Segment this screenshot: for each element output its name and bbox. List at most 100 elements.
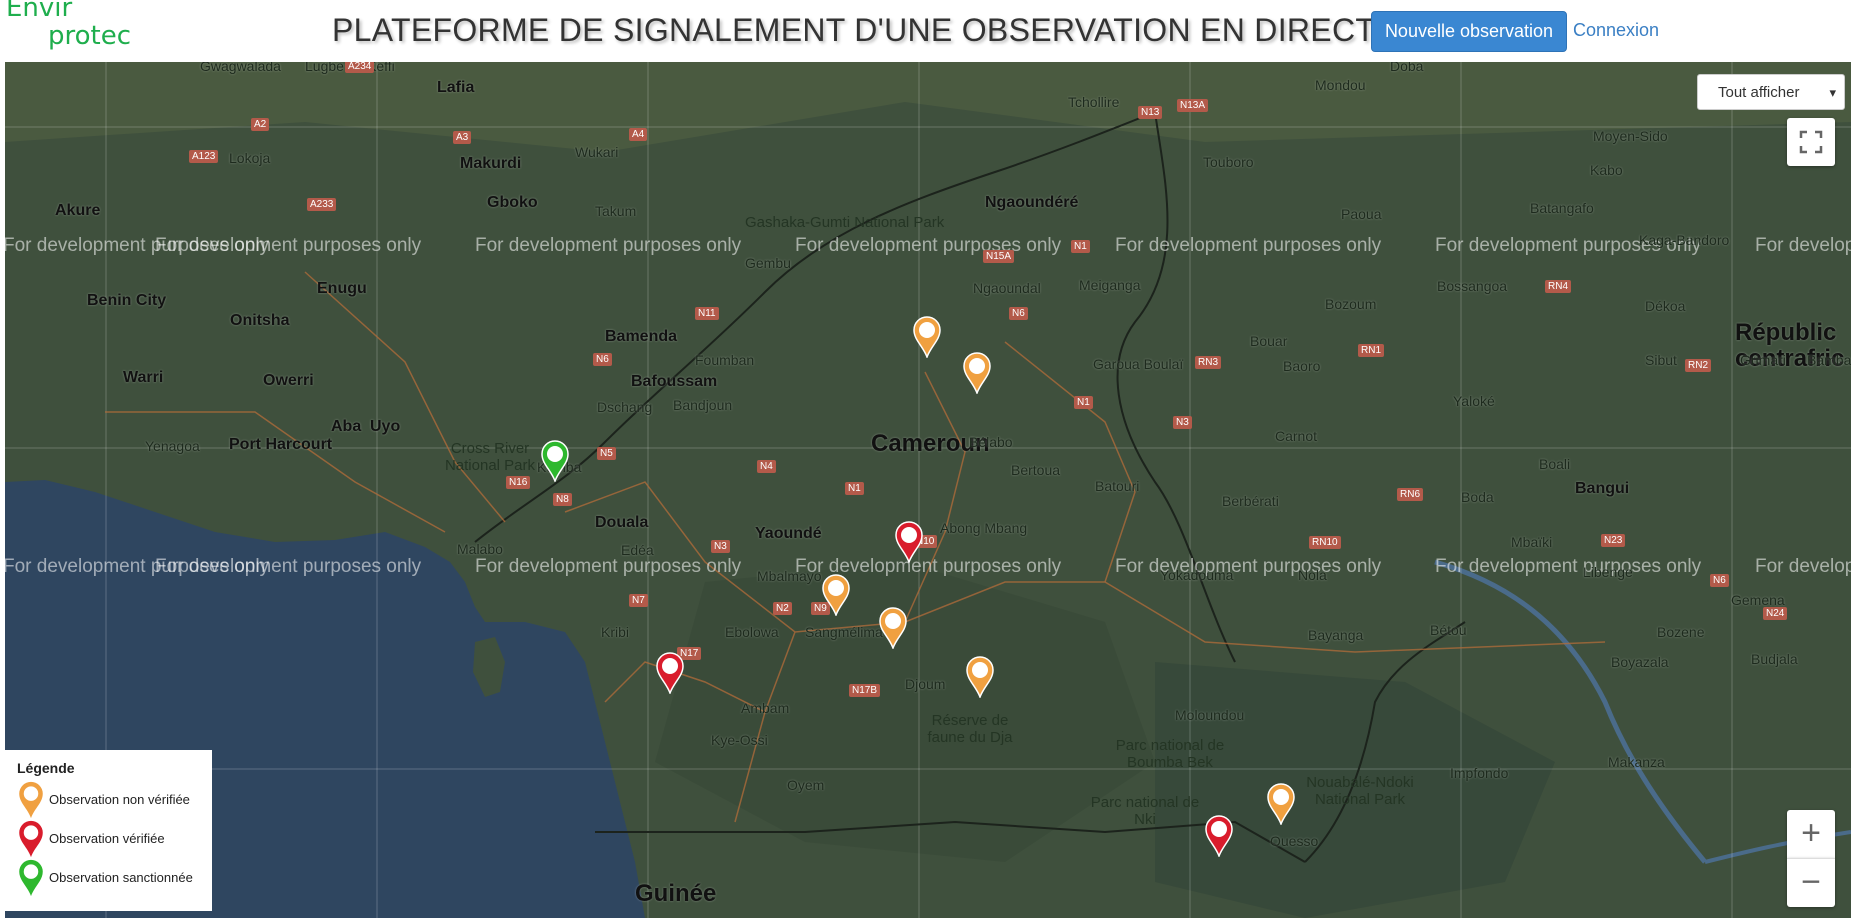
orange-marker-icon — [19, 781, 43, 818]
road-shield: A233 — [307, 198, 337, 211]
observation-filter-select[interactable]: Tout afficher ▾ — [1697, 74, 1845, 110]
park-label: Cross River National Park — [444, 440, 536, 474]
place-label: Carnot — [1275, 428, 1318, 444]
park-label: Parc national de Nki — [1090, 794, 1200, 828]
place-label: Ebolowa — [725, 624, 779, 640]
road-shield: N6 — [593, 353, 612, 366]
road-shield: N8 — [553, 493, 572, 506]
observation-marker[interactable] — [1205, 815, 1233, 857]
park-label: Gashaka-Gumti National Park — [745, 214, 945, 231]
place-label: Yokadouma — [1160, 567, 1234, 583]
login-link[interactable]: Connexion — [1573, 20, 1659, 41]
place-label: Ngaoundal — [973, 280, 1041, 296]
legend-label: Observation vérifiée — [49, 831, 165, 846]
place-label: Moloundou — [1175, 707, 1245, 723]
observation-marker[interactable] — [822, 574, 850, 616]
place-label: Dschang — [597, 399, 653, 415]
zoom-out-button[interactable]: − — [1787, 858, 1835, 907]
road-shield: N1 — [1074, 396, 1093, 409]
place-label: Sibut — [1645, 352, 1677, 368]
legend-panel: Légende Observation non vérifiée Observa… — [5, 750, 212, 911]
place-label: Takum — [595, 203, 637, 219]
park-label: Nouabalé-Ndoki National Park — [1306, 774, 1414, 808]
observation-marker[interactable] — [1267, 783, 1295, 825]
place-label: Berbérati — [1222, 493, 1279, 509]
observation-marker[interactable] — [879, 607, 907, 649]
park-label: Parc national de Boumba Bek — [1115, 737, 1225, 771]
red-marker-icon — [19, 820, 43, 857]
logo-line2: protec — [48, 21, 132, 51]
place-label: Lugbe — [305, 62, 344, 74]
place-label: Douala — [595, 514, 649, 531]
observation-marker[interactable] — [963, 352, 991, 394]
place-label: Kaga-Bandoro — [1639, 232, 1730, 248]
road-shield: N1 — [845, 482, 864, 495]
fullscreen-button[interactable] — [1787, 118, 1835, 166]
road-shield: N3 — [1173, 416, 1192, 429]
road-shield: N16 — [506, 476, 531, 489]
zoom-in-button[interactable]: + — [1787, 810, 1835, 858]
road-shield: A4 — [629, 128, 648, 141]
map-canvas[interactable]: For development purposes only For develo… — [5, 62, 1851, 918]
place-label: Owerri — [263, 372, 314, 389]
road-shield: A3 — [453, 131, 472, 144]
road-shield: A234 — [345, 62, 375, 73]
place-label: Benin City — [87, 292, 167, 309]
road-shield: RN10 — [1309, 536, 1341, 549]
place-label: Kribi — [601, 624, 630, 640]
place-label: Moyen-Sido — [1593, 128, 1668, 144]
road-shield: N2 — [773, 602, 792, 615]
place-label: Yaloké — [1453, 393, 1495, 409]
road-shield: N15A — [983, 250, 1015, 263]
place-label: Impfondo — [1450, 765, 1509, 781]
place-label: Meiganga — [1079, 277, 1141, 293]
place-label: Libenge — [1583, 564, 1633, 580]
place-label: Gwagwalada — [200, 62, 281, 74]
park-label: Réserve de faune du Dja — [927, 712, 1013, 746]
place-label: Kye-Ossi — [711, 732, 768, 748]
observation-marker[interactable] — [656, 652, 684, 694]
place-label: Bayanga — [1308, 627, 1364, 643]
new-observation-button[interactable]: Nouvelle observation — [1371, 11, 1567, 52]
place-label: Dékoa — [1645, 298, 1686, 314]
place-label: Edéa — [621, 542, 654, 558]
dev-watermark: For development purposes only — [1115, 235, 1382, 256]
place-label: Ngaoundéré — [985, 194, 1079, 211]
place-label: Boda — [1461, 489, 1494, 505]
legend-item-sanctioned: Observation sanctionnée — [17, 858, 200, 897]
road-shield: N13 — [1138, 106, 1163, 119]
place-label: Grimari — [1740, 352, 1786, 368]
place-label: Makanza — [1608, 754, 1665, 770]
observation-marker[interactable] — [913, 316, 941, 358]
place-label: Bétou — [1430, 622, 1467, 638]
observation-marker[interactable] — [895, 521, 923, 563]
place-label: Bélabo — [969, 434, 1013, 450]
place-label: Gembu — [745, 255, 791, 271]
road-shield: RN3 — [1195, 356, 1222, 369]
observation-marker[interactable] — [966, 656, 994, 698]
dev-watermark: For development purposes only — [475, 235, 742, 256]
road-shield: N5 — [597, 447, 616, 460]
place-label: Doba — [1390, 62, 1424, 74]
place-label: Boali — [1539, 456, 1571, 472]
place-label: Batouri — [1095, 478, 1140, 494]
place-label: Bouar — [1250, 333, 1288, 349]
observation-marker[interactable] — [541, 440, 569, 482]
place-label: Malabo — [457, 541, 503, 557]
road-shield: RN6 — [1397, 488, 1424, 501]
road-shield: N11 — [695, 307, 719, 320]
place-label: Batangafo — [1530, 200, 1594, 216]
legend-label: Observation sanctionnée — [49, 870, 193, 885]
road-shield: A2 — [251, 118, 270, 131]
place-label: Oyem — [787, 777, 825, 793]
envirprotec-logo[interactable]: Envir protec — [6, 0, 131, 50]
place-label: Touboro — [1203, 154, 1254, 170]
app-header: Envir protec PLATEFORME DE SIGNALEMENT D… — [0, 0, 1851, 62]
road-shield: N17B — [849, 684, 881, 697]
fullscreen-icon — [1799, 130, 1823, 154]
dev-watermark: For development purposes only — [155, 556, 422, 577]
road-shield: N23 — [1601, 534, 1626, 547]
road-shield: N6 — [1710, 574, 1729, 587]
country-label-guinea: Guinée — [635, 880, 717, 907]
legend-item-unverified: Observation non vérifiée — [17, 780, 200, 819]
